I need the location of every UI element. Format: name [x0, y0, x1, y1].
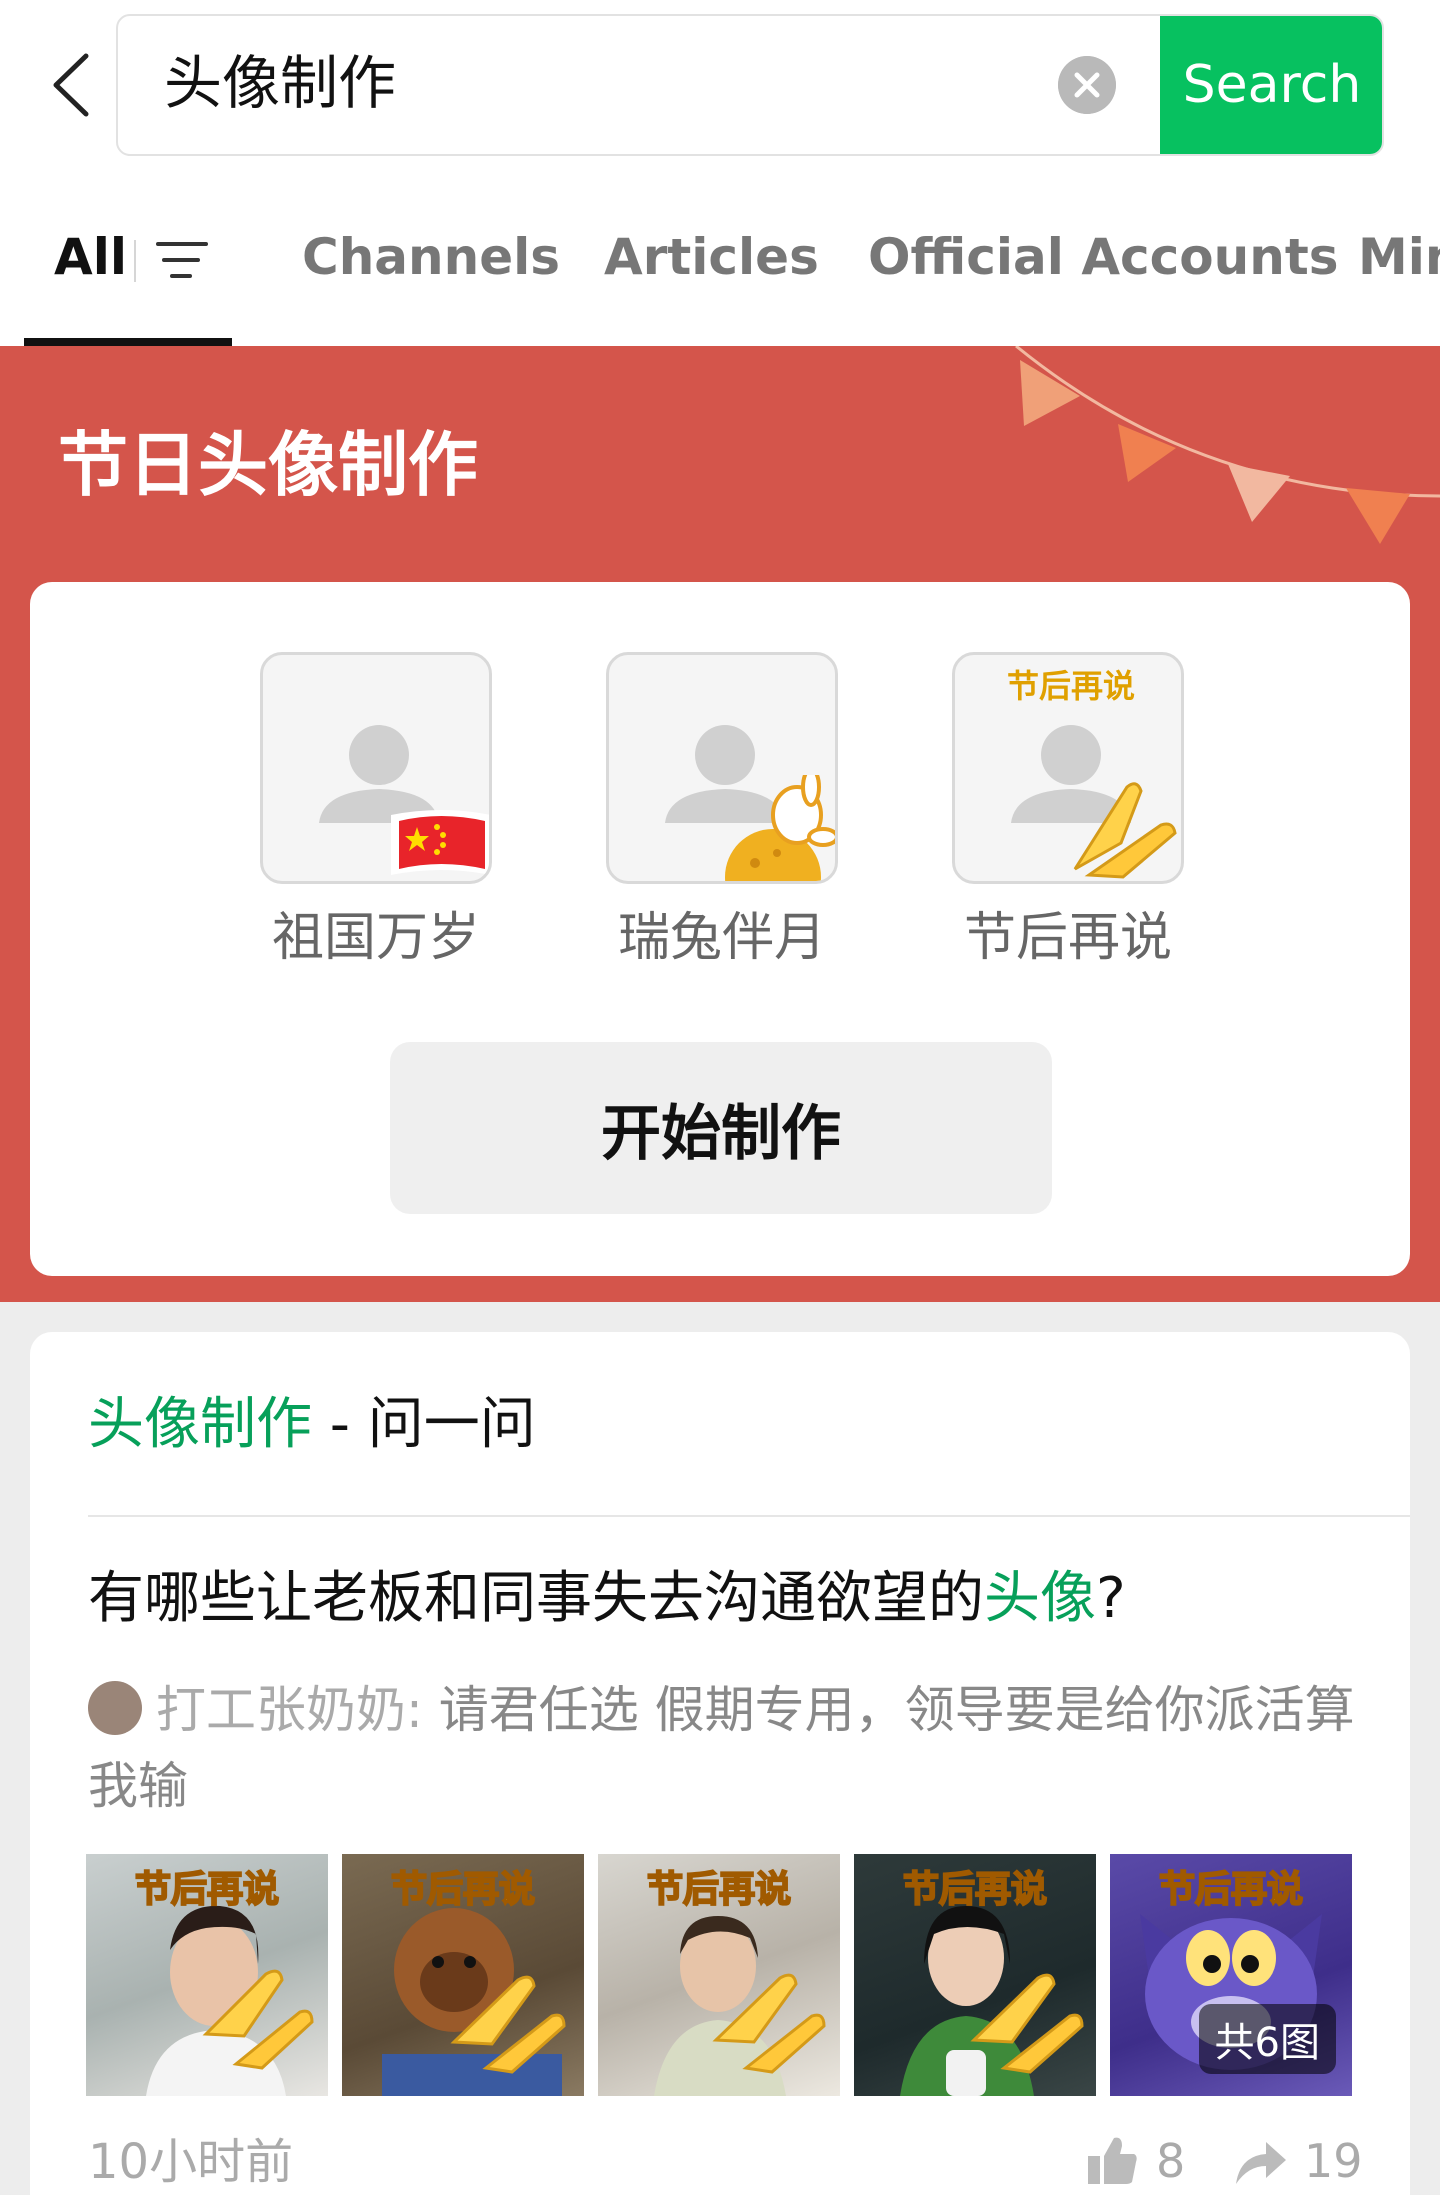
search-query[interactable]: 头像制作	[164, 54, 396, 112]
back-arrow-icon[interactable]	[46, 50, 96, 120]
avatar-option-label: 祖国万岁	[271, 908, 480, 968]
tab-articles[interactable]: Articles	[604, 230, 819, 285]
avatar-frame[interactable]	[260, 652, 492, 884]
like-count: 8	[1156, 2134, 1186, 2188]
divider	[88, 1515, 1410, 1517]
search-input[interactable]: 头像制作 Search	[116, 14, 1384, 156]
thumbnail-caption: 节后再说	[134, 1868, 280, 1911]
avatar-frame[interactable]: 节后再说	[952, 652, 1184, 884]
share-count: 19	[1304, 2134, 1363, 2188]
china-flag-icon	[391, 810, 489, 875]
thumbnail-caption: 节后再说	[390, 1868, 536, 1911]
avatar	[88, 1681, 142, 1735]
avatar-maker-card: 祖国万岁 瑞兔伴月 节后再说 节后再说 开始制作	[30, 582, 1410, 1276]
tab-official-accounts[interactable]: Official Accounts	[868, 230, 1339, 285]
avatar-caption: 节后再说	[1006, 667, 1135, 705]
thumbnail-1[interactable]: 节后再说	[86, 1854, 328, 2096]
search-button[interactable]: Search	[1160, 16, 1382, 154]
bunting-decoration	[1015, 346, 1440, 544]
post-time: 10小时前	[88, 2134, 294, 2190]
clasped-hands-icon	[1073, 782, 1177, 879]
like-button[interactable]: 8	[1086, 2130, 1206, 2190]
avatar-option-label: 瑞兔伴月	[617, 908, 826, 968]
question-title[interactable]: 有哪些让老板和同事失去沟通欲望的头像?	[88, 1568, 1126, 1630]
festival-avatar-banner: 节日头像制作 祖国万岁 瑞兔伴月 节后再说 节后再说 开始制作	[0, 346, 1440, 1302]
avatar-frame[interactable]	[606, 652, 838, 884]
tab-all[interactable]: All	[54, 230, 127, 285]
thumbnail-caption: 节后再说	[902, 1868, 1048, 1911]
answer-preview[interactable]: 打工张奶奶: 请君任选 假期专用，领导要是给你派活算我输	[88, 1672, 1368, 1824]
share-button[interactable]: 19	[1232, 2130, 1372, 2190]
image-count-badge: 共6图	[1198, 2004, 1336, 2074]
thumbnail-caption: 节后再说	[646, 1868, 792, 1911]
thumbnail-5[interactable]: 节后再说 共6图	[1110, 1854, 1352, 2096]
tab-channels[interactable]: Channels	[302, 230, 560, 285]
question-text: 有哪些让老板和同事失去沟通欲望的	[88, 1566, 984, 1631]
question-end: ?	[1096, 1566, 1126, 1631]
thumbnail-4[interactable]: 节后再说	[854, 1854, 1096, 2096]
filter-icon[interactable]	[156, 236, 208, 284]
start-making-button[interactable]: 开始制作	[390, 1042, 1052, 1214]
tab-separator	[134, 240, 136, 282]
thumbs-up-icon	[1088, 2137, 1137, 2184]
rabbit-moon-icon	[725, 775, 835, 881]
share-icon	[1236, 2142, 1286, 2184]
tab-active-indicator	[24, 338, 232, 346]
thumbnail-caption: 节后再说	[1158, 1868, 1304, 1911]
qa-header-suffix: - 问一问	[312, 1392, 536, 1457]
avatar-option-label: 节后再说	[963, 908, 1172, 968]
image-thumbnails: 节后再说 节后再说 节后再说 节后再说 节后再说 共6图	[86, 1854, 1386, 2098]
tab-mini-programs[interactable]: Min	[1358, 230, 1440, 285]
qa-card: 头像制作 - 问一问 有哪些让老板和同事失去沟通欲望的头像? 打工张奶奶: 请君…	[30, 1332, 1410, 2195]
clear-icon[interactable]	[1058, 56, 1116, 114]
top-bar: 头像制作 Search	[0, 0, 1440, 176]
answer-username: 打工张奶奶:	[156, 1681, 423, 1739]
thumbnail-3[interactable]: 节后再说	[598, 1854, 840, 2096]
qa-header-keyword: 头像制作	[88, 1392, 312, 1457]
qa-header[interactable]: 头像制作 - 问一问	[88, 1394, 536, 1456]
banner-title: 节日头像制作	[58, 424, 478, 506]
thumbnail-2[interactable]: 节后再说	[342, 1854, 584, 2096]
tab-bar: All Channels Articles Official Accounts …	[0, 176, 1440, 346]
question-keyword: 头像	[984, 1566, 1096, 1631]
